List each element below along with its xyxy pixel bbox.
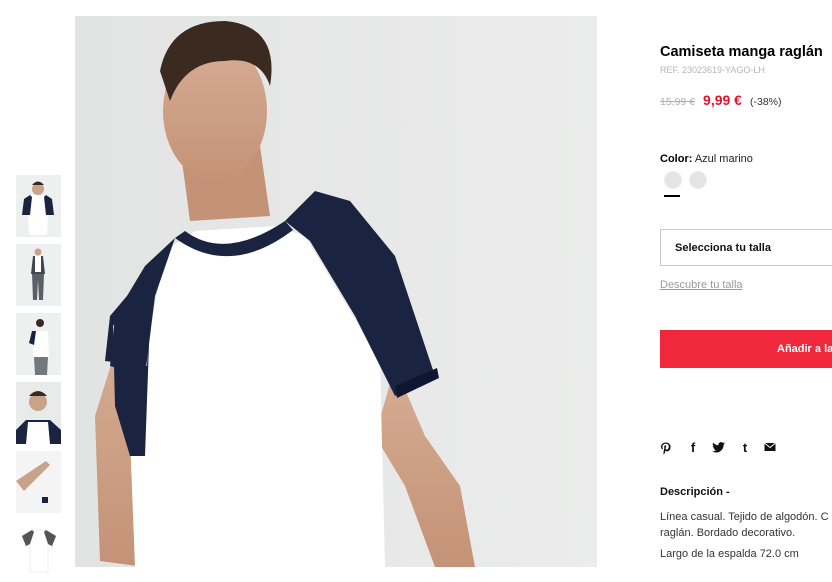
- tumblr-icon[interactable]: t: [738, 440, 752, 456]
- email-icon[interactable]: [764, 440, 778, 456]
- facebook-icon[interactable]: f: [686, 440, 700, 456]
- thumbnail-2[interactable]: [16, 244, 61, 306]
- add-to-cart-button[interactable]: Añadir a la: [660, 330, 832, 368]
- selected-swatch-indicator: [664, 195, 680, 197]
- color-swatch-1[interactable]: [664, 171, 682, 189]
- twitter-icon[interactable]: [712, 440, 726, 456]
- description-line-1: Línea casual. Tejido de algodón. C: [660, 511, 829, 523]
- thumbnail-5[interactable]: [16, 451, 61, 513]
- description-measure: Largo de la espalda 72.0 cm: [660, 548, 799, 560]
- product-info-panel: Camiseta manga raglán REF. 23023619-YAGO…: [660, 0, 832, 567]
- product-title: Camiseta manga raglán: [660, 44, 823, 60]
- product-reference: REF. 23023619-YAGO-LH: [660, 65, 765, 75]
- size-guide-link[interactable]: Descubre tu talla: [660, 279, 743, 291]
- thumbnail-4[interactable]: [16, 382, 61, 444]
- description-text: Línea casual. Tejido de algodón. C raglá…: [660, 509, 829, 541]
- description-title: Descripción -: [660, 486, 730, 498]
- current-price: 9,99 €: [703, 92, 742, 108]
- color-label: Color:: [660, 153, 693, 165]
- pinterest-icon[interactable]: [660, 440, 674, 456]
- description-line-2: raglán. Bordado decorativo.: [660, 527, 796, 539]
- thumbnail-1[interactable]: [16, 175, 61, 237]
- thumbnail-6[interactable]: [16, 520, 61, 582]
- add-to-cart-label: Añadir a la: [777, 343, 832, 355]
- thumbnail-3[interactable]: [16, 313, 61, 375]
- old-price: 15,99 €: [660, 96, 696, 108]
- color-swatch-2[interactable]: [689, 171, 707, 189]
- discount-badge: (-38%): [749, 96, 782, 108]
- main-product-image[interactable]: [75, 16, 597, 567]
- size-select[interactable]: Selecciona tu talla: [660, 229, 832, 266]
- color-row: Color: Azul marino: [660, 153, 753, 165]
- color-value: Azul marino: [694, 153, 753, 165]
- price-row: 15,99 € 9,99 € (-38%): [660, 92, 782, 110]
